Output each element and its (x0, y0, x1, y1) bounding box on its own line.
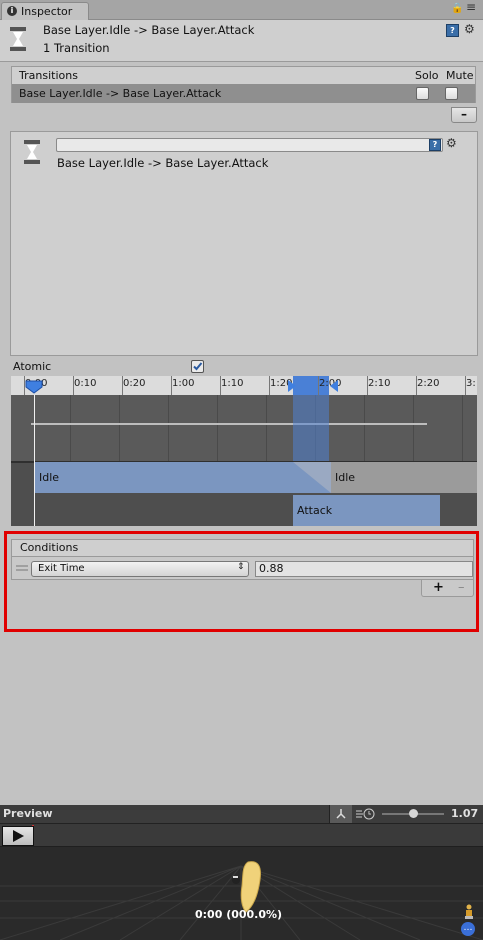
tick-label: 2:20 (417, 378, 440, 389)
transition-detail-panel: ? ⚙ Base Layer.Idle -> Base Layer.Attack (10, 131, 478, 356)
atomic-checkbox[interactable] (191, 360, 204, 373)
conditions-add-remove: + – (421, 580, 474, 597)
gear-icon[interactable]: ⚙ (464, 22, 475, 36)
clip-source[interactable]: Idle (35, 462, 331, 493)
tab-bar: i Inspector 🔒 ≡ (0, 0, 483, 20)
preview-title: Preview (3, 807, 53, 820)
condition-parameter-dropdown[interactable]: Exit Time ⇕ (31, 561, 249, 577)
mute-checkbox[interactable] (445, 87, 458, 100)
dropdown-arrows-icon: ⇕ (237, 562, 245, 572)
avatar-figure-icon[interactable] (462, 904, 476, 920)
transition-row[interactable]: Base Layer.Idle -> Base Layer.Attack (11, 84, 476, 103)
pivot-button[interactable] (329, 805, 352, 823)
timeline-tracks[interactable]: Idle Idle Attack (11, 395, 477, 526)
clip-target-label: Attack (297, 504, 333, 517)
tick-label: 1:00 (172, 378, 195, 389)
transitions-header: Transitions Solo Mute (11, 66, 476, 85)
transition-icon (24, 140, 40, 164)
clip-source-next[interactable]: Idle (331, 462, 477, 493)
menu-icon[interactable]: ≡ (466, 0, 476, 14)
lock-icon[interactable]: 🔒 (451, 3, 463, 14)
checkmark-icon (193, 362, 203, 371)
transition-description: Base Layer.Idle -> Base Layer.Attack (57, 156, 269, 170)
help-icon[interactable]: ? (446, 24, 459, 37)
playhead-line (34, 395, 35, 526)
inspector-header: Base Layer.Idle -> Base Layer.Attack 1 T… (0, 20, 483, 62)
speed-slider-thumb[interactable] (409, 809, 418, 818)
help-icon[interactable]: ? (429, 139, 441, 151)
pivot-icon (336, 809, 346, 819)
blend-wedge-icon (293, 462, 331, 493)
tick-label: 0:20 (123, 378, 146, 389)
mute-label: Mute (446, 69, 474, 82)
tick-label: 0:10 (74, 378, 97, 389)
conditions-header: Conditions (11, 539, 474, 557)
transitions-label: Transitions (19, 69, 78, 82)
preview-bar: Preview 1.07 (0, 805, 483, 824)
solo-checkbox[interactable] (416, 87, 429, 100)
playhead-marker-icon[interactable] (25, 380, 43, 394)
transition-row-name: Base Layer.Idle -> Base Layer.Attack (19, 87, 222, 100)
curve-line (31, 423, 427, 425)
curve-area (11, 395, 477, 461)
drag-handle-icon[interactable] (16, 565, 28, 571)
transition-icon (10, 27, 26, 51)
condition-value-text: 0.88 (259, 562, 284, 575)
clip-target[interactable]: Attack (293, 495, 440, 526)
more-options-icon[interactable]: … (461, 922, 475, 936)
preview-viewport[interactable]: 0:00 (000.0%) … (0, 824, 483, 940)
speed-value: 1.07 (451, 807, 479, 820)
remove-transition-button[interactable]: – (451, 107, 477, 123)
condition-value-field[interactable]: 0.88 (255, 561, 473, 577)
transition-end-handle-icon[interactable] (330, 380, 338, 392)
info-icon: i (7, 6, 17, 16)
tick-label: 2:10 (368, 378, 391, 389)
tab-inspector-label: Inspector (21, 5, 73, 18)
preview-timeline[interactable] (0, 824, 483, 847)
header-subtitle: 1 Transition (43, 41, 110, 55)
preview-time: 0:00 (000.0%) (195, 908, 283, 921)
play-icon (13, 830, 24, 842)
condition-parameter-value: Exit Time (38, 563, 85, 574)
transition-start-handle-icon[interactable] (288, 380, 296, 392)
speed-icon (356, 808, 375, 820)
conditions-label: Conditions (20, 541, 79, 554)
remove-condition-button[interactable]: – (458, 580, 465, 595)
tab-inspector[interactable]: i Inspector (1, 2, 89, 20)
add-condition-button[interactable]: + (433, 580, 444, 595)
character-model-icon (232, 861, 261, 913)
transition-name-field[interactable] (56, 138, 443, 152)
timeline-ruler[interactable]: 0:00 0:10 0:20 1:00 1:10 1:20 2:00 2:10 … (11, 376, 477, 396)
atomic-label: Atomic (13, 360, 52, 373)
transitions-list: Transitions Solo Mute Base Layer.Idle ->… (11, 66, 477, 123)
solo-label: Solo (415, 69, 439, 82)
header-title: Base Layer.Idle -> Base Layer.Attack (43, 23, 255, 37)
play-button[interactable] (2, 826, 34, 846)
gear-icon[interactable]: ⚙ (446, 136, 457, 150)
tick-label: 3: (466, 378, 476, 389)
tick-label: 1:10 (221, 378, 244, 389)
clip-source-next-label: Idle (335, 471, 356, 484)
transition-overlap-highlight (293, 395, 329, 461)
clip-source-label: Idle (39, 471, 60, 484)
